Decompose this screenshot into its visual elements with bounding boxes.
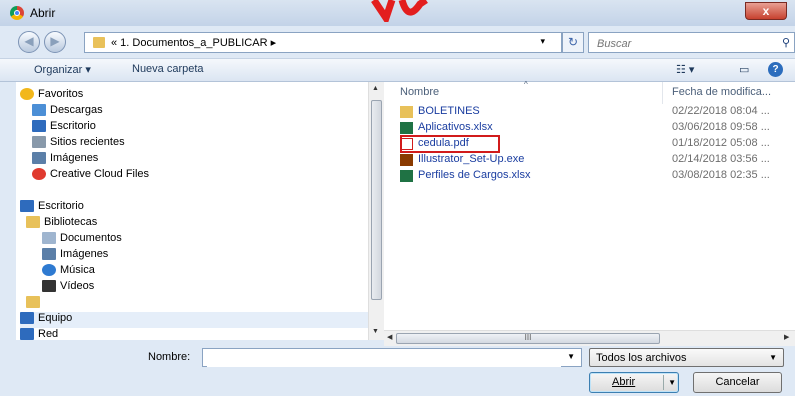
file-row-illustrator[interactable]: Illustrator_Set-Up.exe 02/14/2018 03:56 … — [400, 152, 795, 168]
cancel-button[interactable]: Cancelar — [693, 372, 782, 393]
forward-button[interactable]: ▶ — [44, 31, 66, 53]
music-icon — [42, 264, 56, 277]
organize-menu[interactable]: Organizar ▾ — [34, 63, 91, 76]
column-header-date[interactable]: Fecha de modifica... — [672, 86, 771, 106]
horizontal-scrollbar[interactable]: ◀ III ▶ — [384, 330, 795, 346]
breadcrumb[interactable]: « 1. Documentos_a_PUBLICAR ▸ — [111, 36, 276, 49]
chevron-down-icon[interactable]: ▼ — [567, 352, 575, 361]
sidebar-item-documentos[interactable]: Documentos — [42, 232, 122, 248]
file-row-aplicativos[interactable]: Aplicativos.xlsx 03/06/2018 09:58 ... — [400, 120, 795, 136]
sidebar-item-equipo[interactable]: Equipo — [20, 312, 368, 328]
file-name-field[interactable]: ▼ — [202, 348, 582, 367]
open-button[interactable]: Abrir ▼ — [589, 372, 679, 393]
chevron-down-icon: ▼ — [769, 353, 777, 362]
column-header-name[interactable]: Nombre — [400, 86, 439, 106]
help-button[interactable]: ? — [768, 62, 783, 77]
search-icon[interactable]: ⚲ — [782, 36, 790, 49]
navigation-scrollbar[interactable]: ▲ ▼ — [368, 82, 384, 340]
recent-icon — [32, 136, 46, 149]
sidebar-item-escritorio[interactable]: Escritorio — [32, 120, 96, 136]
preview-pane-icon[interactable]: ▭ — [739, 63, 749, 76]
bottom-panel: Nombre: ▼ Todos los archivos ▼ Abrir ▼ C… — [0, 346, 795, 396]
address-bar[interactable]: « 1. Documentos_a_PUBLICAR ▸ ▾ — [84, 32, 562, 53]
scroll-left-icon[interactable]: ◀ — [387, 333, 392, 341]
images-icon — [32, 152, 46, 165]
sidebar-item-bibliotecas[interactable]: Bibliotecas — [26, 216, 97, 232]
sidebar-item-creative-cloud[interactable]: Creative Cloud Files — [32, 168, 149, 184]
videos-icon — [42, 280, 56, 293]
sidebar-item-user-folder[interactable] — [26, 296, 44, 312]
close-button[interactable]: x — [745, 2, 787, 20]
chevron-down-icon[interactable]: ▾ — [540, 36, 545, 47]
navigation-pane: Favoritos Descargas Escritorio Sitios re… — [16, 82, 368, 340]
file-type-select[interactable]: Todos los archivos ▼ — [589, 348, 784, 367]
network-icon — [20, 328, 34, 340]
view-options-icon[interactable]: ☷ ▾ — [676, 63, 694, 76]
scrollbar-thumb[interactable] — [371, 100, 382, 300]
red-annotation-mark — [371, 0, 428, 22]
window-title: Abrir — [30, 6, 56, 20]
desktop-icon — [32, 120, 46, 133]
sidebar-item-red[interactable]: Red — [20, 328, 58, 340]
file-name-input[interactable] — [207, 350, 561, 367]
sidebar-item-escritorio-root[interactable]: Escritorio — [20, 200, 84, 216]
file-row-perfiles[interactable]: Perfiles de Cargos.xlsx 03/08/2018 02:35… — [400, 168, 795, 184]
search-box[interactable]: ⚲ — [588, 32, 795, 53]
new-folder-button[interactable]: Nueva carpeta — [132, 63, 204, 75]
sidebar-item-imagenes[interactable]: Imágenes — [32, 152, 98, 168]
refresh-button[interactable]: ↻ — [562, 32, 584, 53]
file-row-boletines[interactable]: BOLETINES 02/22/2018 08:04 ... — [400, 104, 795, 120]
excel-icon — [400, 170, 413, 182]
open-file-dialog: Abrir x ◀ ▶ « 1. Documentos_a_PUBLICAR ▸… — [0, 0, 795, 396]
images-icon — [42, 248, 56, 261]
file-type-value: Todos los archivos — [596, 352, 687, 364]
sidebar-item-sitios-recientes[interactable]: Sitios recientes — [32, 136, 125, 152]
folder-icon — [400, 106, 413, 118]
sidebar-item-imagenes-lib[interactable]: Imágenes — [42, 248, 108, 264]
scroll-down-icon[interactable]: ▼ — [372, 328, 379, 335]
sidebar-item-videos[interactable]: Vídeos — [42, 280, 94, 296]
scroll-right-icon[interactable]: ▶ — [784, 333, 789, 341]
split-divider — [663, 375, 664, 390]
toolbar: Organizar ▾ Nueva carpeta ☷ ▾ ▭ ? — [0, 58, 795, 82]
sidebar-item-musica[interactable]: Música — [42, 264, 95, 280]
file-list: Nombre ^ Fecha de modifica... BOLETINES … — [384, 80, 795, 330]
file-name-label: Nombre: — [148, 351, 191, 363]
folder-icon — [93, 37, 105, 48]
libraries-icon — [26, 216, 40, 229]
column-divider[interactable] — [662, 82, 663, 104]
creative-cloud-icon — [32, 168, 46, 181]
highlight-box — [400, 135, 500, 153]
user-folder-icon — [26, 296, 40, 309]
open-button-label: Abrir — [612, 376, 636, 388]
navigation-bar: ◀ ▶ « 1. Documentos_a_PUBLICAR ▸ ▾ ↻ ⚲ — [0, 26, 795, 58]
sidebar-item-descargas[interactable]: Descargas — [32, 104, 103, 120]
chevron-down-icon[interactable]: ▼ — [668, 373, 676, 392]
excel-icon — [400, 122, 413, 134]
downloads-icon — [32, 104, 46, 117]
chrome-icon — [10, 6, 24, 20]
star-icon — [20, 88, 34, 101]
search-input[interactable] — [595, 35, 769, 52]
illustrator-icon — [400, 154, 413, 166]
documents-icon — [42, 232, 56, 245]
desktop-icon — [20, 200, 34, 213]
title-bar: Abrir x — [0, 0, 795, 26]
computer-icon — [20, 312, 34, 325]
back-button[interactable]: ◀ — [18, 31, 40, 53]
horizontal-scrollbar-thumb[interactable]: III — [396, 333, 660, 344]
sidebar-item-favoritos[interactable]: Favoritos — [20, 88, 83, 104]
scroll-up-icon[interactable]: ▲ — [372, 85, 379, 92]
sort-indicator-icon: ^ — [524, 80, 528, 89]
